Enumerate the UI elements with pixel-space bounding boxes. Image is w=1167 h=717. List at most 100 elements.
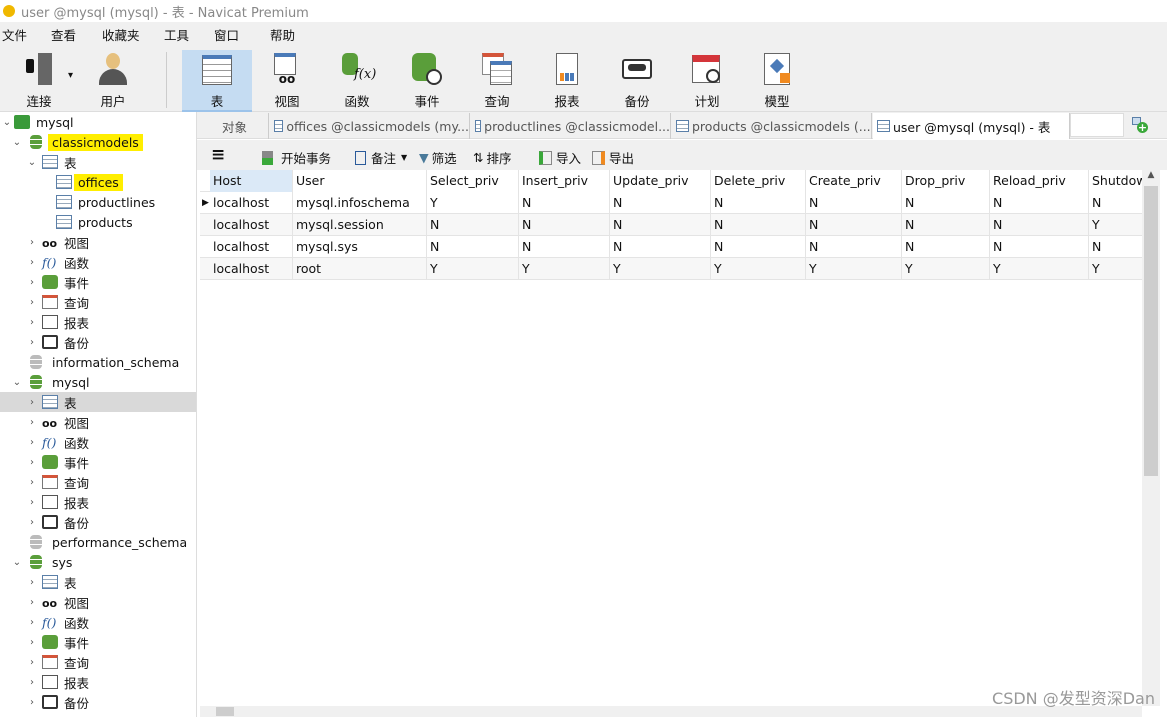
tree-node[interactable]: › 报表 — [0, 672, 196, 692]
scroll-up-icon[interactable]: ▲ — [1142, 170, 1160, 180]
table-cell[interactable]: N — [519, 236, 610, 258]
chevron-right-icon[interactable]: › — [27, 697, 37, 708]
chevron-right-icon[interactable]: › — [27, 617, 37, 628]
table-cell[interactable]: N — [990, 214, 1089, 236]
tab-objects[interactable]: 对象 — [197, 113, 269, 139]
column-header[interactable]: User — [293, 170, 427, 192]
toolbar-button-function[interactable]: f(x) 函数 — [322, 50, 392, 112]
tree-node[interactable]: › 事件 — [0, 632, 196, 652]
comment-button[interactable]: 备注 ▼ — [355, 148, 407, 167]
table-cell[interactable]: Y — [990, 258, 1089, 280]
table-cell[interactable]: mysql.sys — [293, 236, 427, 258]
table-cell[interactable]: N — [427, 214, 519, 236]
table-cell[interactable]: N — [519, 214, 610, 236]
chevron-right-icon[interactable]: › — [27, 317, 37, 328]
tree-node[interactable]: › f() 函数 — [0, 252, 196, 272]
toolbar-button-table[interactable]: 表 — [182, 50, 252, 112]
tree-node[interactable]: › 事件 — [0, 272, 196, 292]
menu-hamburger-icon[interactable]: ≡ — [211, 147, 225, 164]
begin-transaction-button[interactable]: 开始事务 — [262, 148, 331, 167]
chevron-down-icon[interactable]: ⌄ — [2, 117, 12, 128]
chevron-right-icon[interactable]: › — [27, 437, 37, 448]
table-cell[interactable]: Y — [1089, 258, 1142, 280]
tree-node[interactable]: › oo 视图 — [0, 412, 196, 432]
chevron-right-icon[interactable]: › — [27, 477, 37, 488]
column-header[interactable]: Reload_priv — [990, 170, 1089, 192]
filter-button[interactable]: ▼ 筛选 — [419, 148, 457, 167]
table-cell[interactable]: Y — [427, 192, 519, 214]
tree-node[interactable]: productlines — [0, 192, 196, 212]
tree-node[interactable]: ⌄ sys — [0, 552, 196, 572]
tree-node[interactable]: ⌄ mysql — [0, 112, 196, 132]
tree-node[interactable]: › 备份 — [0, 692, 196, 712]
table-cell[interactable]: localhost — [210, 214, 293, 236]
connect-dropdown-icon[interactable]: ▾ — [68, 70, 73, 81]
chevron-down-icon[interactable]: ⌄ — [12, 137, 22, 148]
table-cell[interactable]: Y — [519, 258, 610, 280]
column-header[interactable]: Select_priv — [427, 170, 519, 192]
tree-node[interactable]: › oo 视图 — [0, 232, 196, 252]
navigation-tree[interactable]: ⌄ mysql ⌄ classicmodels ⌄ 表 offices productline… — [0, 112, 197, 717]
tab-table[interactable]: offices @classicmodels (my... — [270, 113, 470, 139]
column-header[interactable]: Host — [210, 170, 293, 192]
table-cell[interactable]: Y — [902, 258, 990, 280]
tree-node[interactable]: › 事件 — [0, 452, 196, 472]
table-cell[interactable]: Y — [1089, 214, 1142, 236]
chevron-right-icon[interactable]: › — [27, 597, 37, 608]
table-cell[interactable]: N — [902, 236, 990, 258]
table-cell[interactable]: N — [711, 214, 806, 236]
table-cell[interactable]: N — [990, 192, 1089, 214]
menu-window[interactable]: 窗口 — [214, 25, 239, 44]
toolbar-button-report[interactable]: 报表 — [532, 50, 602, 112]
table-cell[interactable]: N — [902, 192, 990, 214]
chevron-right-icon[interactable]: › — [27, 397, 37, 408]
sort-button[interactable]: ⇅ 排序 — [473, 148, 512, 167]
table-cell[interactable]: N — [806, 236, 902, 258]
toolbar-button-schedule-calendar[interactable]: 计划 — [672, 50, 742, 112]
chevron-right-icon[interactable]: › — [27, 297, 37, 308]
table-cell[interactable]: Y — [711, 258, 806, 280]
menu-file[interactable]: 文件 — [2, 25, 27, 44]
tree-node[interactable]: ⌄ 表 — [0, 152, 196, 172]
table-cell[interactable]: N — [806, 214, 902, 236]
tree-node[interactable]: › 查询 — [0, 652, 196, 672]
chevron-right-icon[interactable]: › — [27, 457, 37, 468]
column-header[interactable]: Shutdow — [1089, 170, 1142, 192]
table-cell[interactable]: N — [610, 214, 711, 236]
tree-node[interactable]: › oo 视图 — [0, 592, 196, 612]
tree-node[interactable]: › 查询 — [0, 292, 196, 312]
table-cell[interactable]: N — [1089, 236, 1142, 258]
tree-node[interactable]: › 报表 — [0, 312, 196, 332]
tree-node[interactable]: ⌄ mysql — [0, 372, 196, 392]
tree-node[interactable]: › 表 — [0, 392, 196, 412]
table-cell[interactable]: root — [293, 258, 427, 280]
table-cell[interactable]: localhost — [210, 258, 293, 280]
column-header[interactable]: Update_priv — [610, 170, 711, 192]
menu-favorites[interactable]: 收藏夹 — [102, 25, 140, 44]
menu-view[interactable]: 查看 — [51, 25, 76, 44]
chevron-right-icon[interactable]: › — [27, 257, 37, 268]
import-button[interactable]: 导入 — [539, 148, 581, 167]
table-cell[interactable]: N — [902, 214, 990, 236]
table-cell[interactable]: N — [610, 192, 711, 214]
toolbar-button-backup[interactable]: 备份 — [602, 50, 672, 112]
table-cell[interactable]: N — [711, 192, 806, 214]
vertical-scrollbar[interactable]: ▲ — [1142, 170, 1160, 706]
tree-node[interactable]: › 表 — [0, 572, 196, 592]
table-row[interactable]: ▶ localhost mysql.infoschema Y N N N N N N N — [200, 192, 1142, 214]
chevron-right-icon[interactable]: › — [27, 417, 37, 428]
table-cell[interactable]: mysql.session — [293, 214, 427, 236]
tree-node[interactable]: › 报表 — [0, 492, 196, 512]
chevron-right-icon[interactable]: › — [27, 677, 37, 688]
table-cell[interactable]: Y — [427, 258, 519, 280]
tree-node[interactable]: › f() 函数 — [0, 612, 196, 632]
tree-node[interactable]: › f() 函数 — [0, 432, 196, 452]
table-cell[interactable]: N — [806, 192, 902, 214]
chevron-right-icon[interactable]: › — [27, 517, 37, 528]
export-button[interactable]: 导出 — [592, 148, 634, 167]
table-cell[interactable]: localhost — [210, 192, 293, 214]
tree-node[interactable]: › 查询 — [0, 472, 196, 492]
table-cell[interactable]: mysql.infoschema — [293, 192, 427, 214]
tree-node[interactable]: performance_schema — [0, 532, 196, 552]
tree-node[interactable]: information_schema — [0, 352, 196, 372]
